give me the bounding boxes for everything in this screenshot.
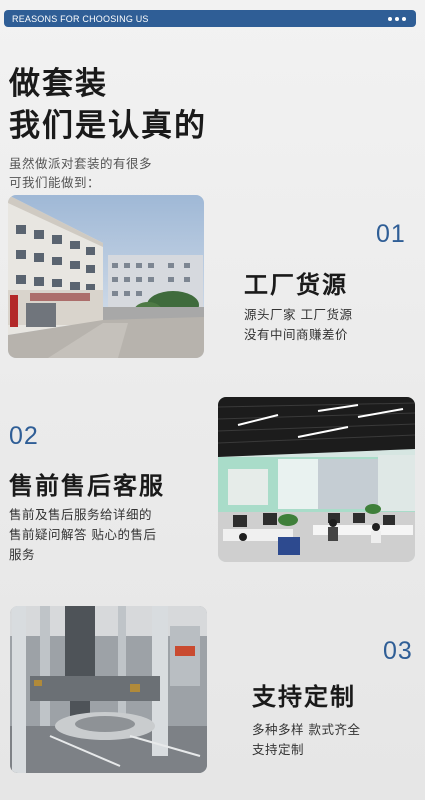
section-title-03: 支持定制 bbox=[252, 683, 356, 711]
more-dots-icon[interactable] bbox=[388, 16, 406, 21]
headline-line-1: 做套装 bbox=[9, 66, 108, 102]
desc-line: 多种多样 款式齐全 bbox=[252, 722, 361, 737]
office-photo bbox=[218, 397, 415, 562]
headline-line-2: 我们是认真的 bbox=[9, 108, 207, 144]
intro-line-1: 虽然做派对套装的有很多 bbox=[9, 156, 153, 171]
desc-line: 售前疑问解答 贴心的售后 bbox=[9, 527, 157, 542]
section-desc-01: 源头厂家 工厂货源 没有中间商赚差价 bbox=[244, 305, 352, 345]
section-number-01: 01 bbox=[376, 220, 406, 248]
desc-line: 没有中间商赚差价 bbox=[244, 327, 349, 342]
factory-photo bbox=[8, 195, 204, 358]
desc-line: 服务 bbox=[9, 547, 36, 562]
section-title-01: 工厂货源 bbox=[244, 271, 348, 299]
desc-line: 源头厂家 工厂货源 bbox=[244, 307, 353, 322]
section-number-03: 03 bbox=[383, 637, 413, 665]
desc-line: 支持定制 bbox=[252, 742, 305, 757]
intro-line-2: 可我们能做到： bbox=[9, 175, 101, 190]
desc-line: 售前及售后服务给详细的 bbox=[9, 507, 153, 522]
section-desc-02: 售前及售后服务给详细的 售前疑问解答 贴心的售后 服务 bbox=[9, 505, 156, 565]
banner-title: REASONS FOR CHOOSING US bbox=[12, 13, 149, 24]
machine-photo bbox=[10, 606, 207, 773]
section-number-02: 02 bbox=[9, 422, 39, 450]
section-desc-03: 多种多样 款式齐全 支持定制 bbox=[252, 720, 360, 760]
section-title-02: 售前售后客服 bbox=[9, 472, 165, 500]
top-banner: REASONS FOR CHOOSING US bbox=[4, 10, 416, 27]
